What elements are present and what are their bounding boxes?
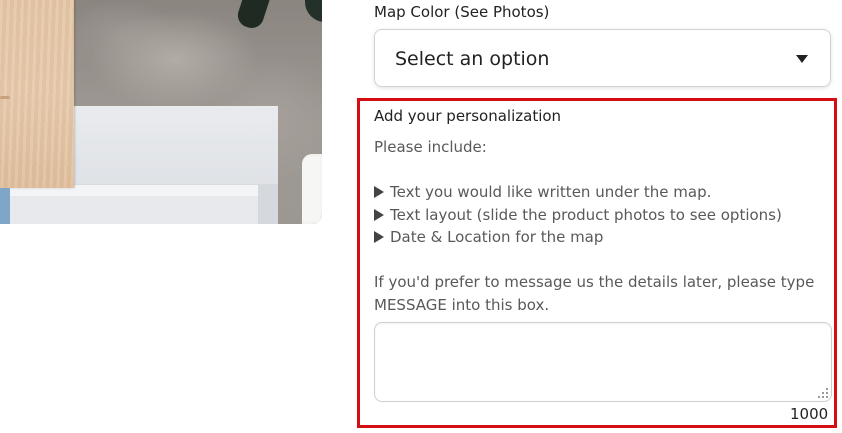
instruction-bullet-text: Text you would like written under the ma… [390, 183, 712, 201]
wood-knot [0, 96, 10, 99]
instruction-bullet-text: Date & Location for the map [390, 228, 604, 246]
map-color-label: Map Color (See Photos) [374, 3, 550, 21]
character-counter: 1000 [790, 405, 829, 423]
map-color-selected-value: Select an option [395, 48, 550, 70]
resize-grip-icon[interactable] [818, 388, 828, 398]
product-photo[interactable] [0, 0, 322, 224]
personalization-instructions: Please include: Text you would like writ… [374, 136, 834, 316]
instruction-bullet: Date & Location for the map [374, 226, 834, 249]
blue-object [0, 188, 10, 224]
instructions-intro: Please include: [374, 138, 487, 156]
caret-down-icon [796, 55, 808, 63]
instructions-note: If you'd prefer to message us the detail… [374, 273, 815, 314]
instruction-bullet: Text layout (slide the product photos to… [374, 204, 834, 227]
triangle-right-icon [374, 208, 384, 221]
personalization-textarea[interactable] [374, 322, 832, 402]
instruction-bullet: Text you would like written under the ma… [374, 181, 834, 204]
personalization-title: Add your personalization [374, 107, 562, 125]
white-cup [302, 154, 322, 224]
product-page: Map Color (See Photos) Select an option … [0, 0, 842, 433]
table-side [258, 184, 278, 224]
table-top [60, 106, 278, 184]
triangle-right-icon [374, 186, 384, 198]
instruction-bullet-text: Text layout (slide the product photos to… [390, 205, 782, 224]
triangle-right-icon [374, 231, 384, 243]
personalization-section: Add your personalization Please include:… [374, 105, 834, 316]
map-color-select[interactable]: Select an option [374, 29, 831, 87]
wooden-frame [0, 0, 74, 188]
table-shelf [0, 196, 260, 224]
